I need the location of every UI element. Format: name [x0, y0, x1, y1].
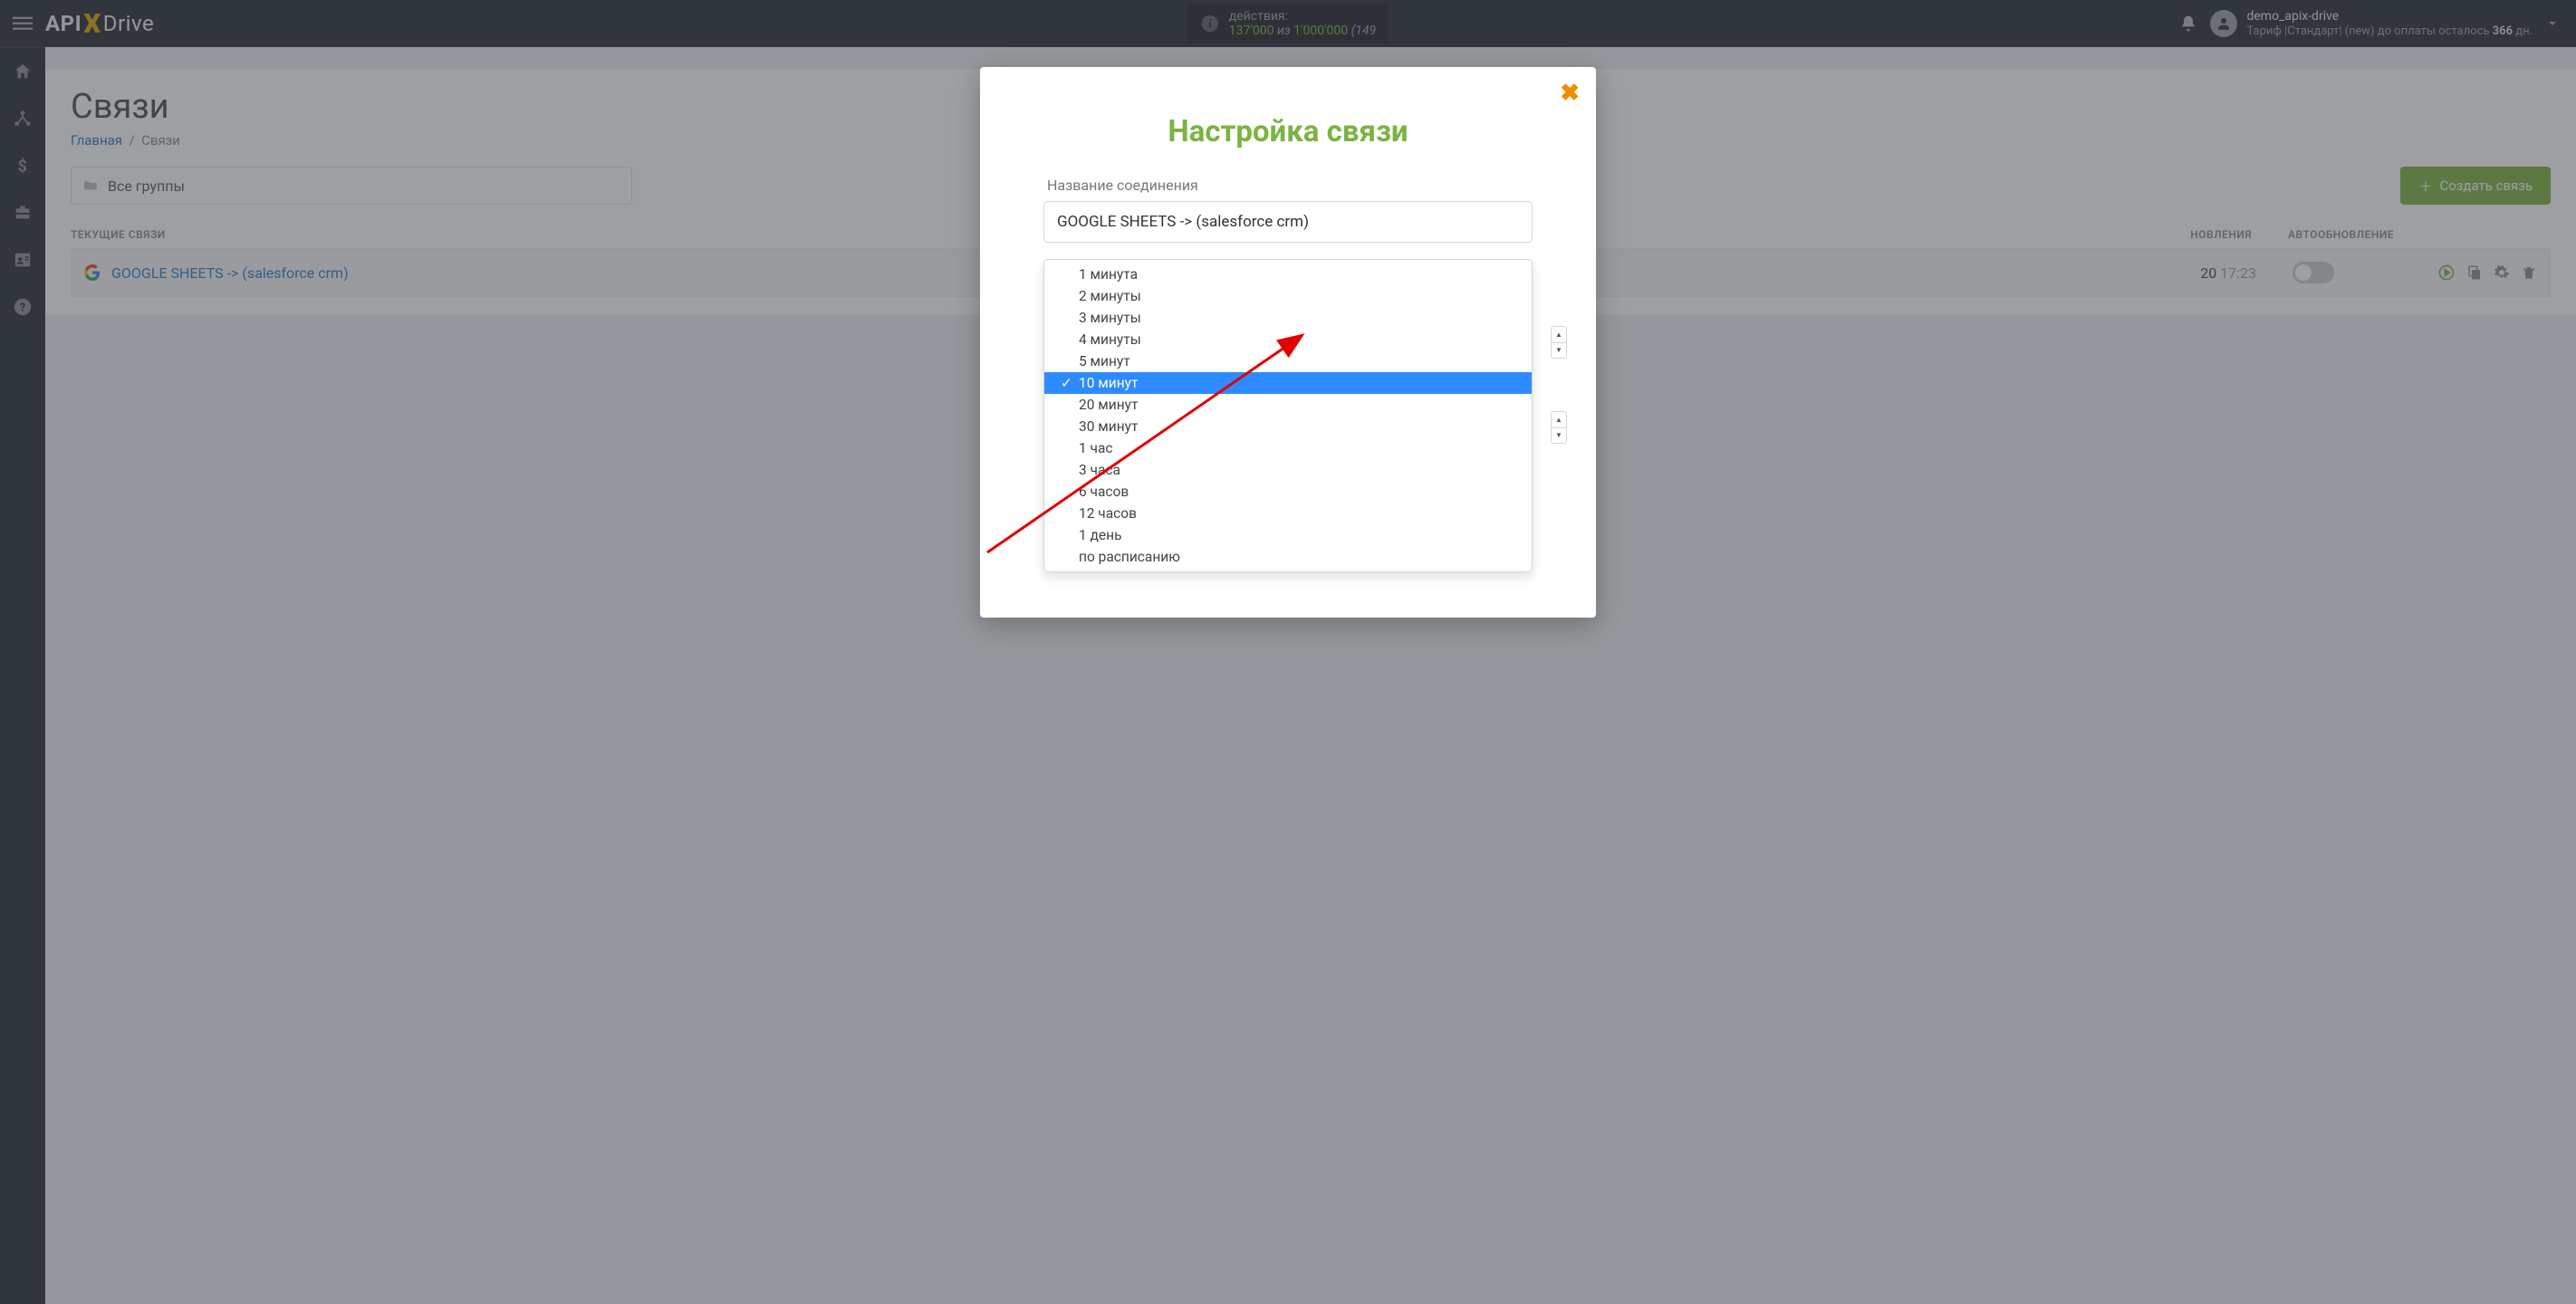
connection-name-label: Название соединения [1047, 177, 1533, 194]
interval-option-label: 30 минут [1079, 418, 1138, 435]
close-icon[interactable]: ✖ [1560, 80, 1580, 107]
interval-option[interactable]: ✓ 10 минут [1044, 372, 1532, 394]
interval-option-label: 6 часов [1079, 484, 1129, 500]
interval-option[interactable]: 1 минута [1044, 264, 1532, 285]
interval-option[interactable]: 4 минуты [1044, 329, 1532, 350]
interval-option[interactable]: по расписанию [1044, 546, 1532, 568]
interval-option[interactable]: 3 часа [1044, 459, 1532, 481]
stepper-behind-1[interactable]: ▲▼ [1551, 326, 1567, 359]
modal-title: Настройка связи [1011, 114, 1565, 149]
interval-option[interactable]: 30 минут [1044, 416, 1532, 437]
interval-option[interactable]: 2 минуты [1044, 285, 1532, 307]
interval-option[interactable]: 3 минуты [1044, 307, 1532, 329]
check-icon: ✓ [1061, 375, 1072, 391]
interval-option-label: 20 минут [1079, 397, 1138, 413]
interval-dropdown[interactable]: 1 минута 2 минуты 3 минуты 4 минуты 5 минут ✓… [1043, 259, 1533, 572]
interval-option[interactable]: 20 минут [1044, 394, 1532, 416]
interval-option[interactable]: 5 минут [1044, 350, 1532, 372]
interval-option-label: 1 день [1079, 527, 1121, 543]
interval-option-label: 2 минуты [1079, 288, 1141, 304]
interval-option-label: 10 минут [1079, 375, 1138, 391]
interval-option-label: 1 минута [1079, 266, 1138, 283]
interval-option-label: по расписанию [1079, 549, 1180, 565]
interval-option[interactable]: 1 день [1044, 524, 1532, 546]
interval-option-label: 12 часов [1079, 505, 1137, 522]
interval-option-label: 3 минуты [1079, 310, 1141, 326]
interval-option[interactable]: 1 час [1044, 437, 1532, 459]
interval-option[interactable]: 6 часов [1044, 481, 1532, 503]
connection-settings-modal: ✖ Настройка связи Название соединения ▲▼… [980, 67, 1596, 618]
stepper-behind-2[interactable]: ▲▼ [1551, 411, 1567, 444]
interval-option-label: 1 час [1079, 440, 1113, 456]
interval-option-label: 5 минут [1079, 353, 1130, 369]
interval-option-label: 4 минуты [1079, 331, 1141, 348]
interval-option[interactable]: 12 часов [1044, 503, 1532, 524]
connection-name-input[interactable] [1043, 201, 1533, 243]
interval-option-label: 3 часа [1079, 462, 1120, 478]
